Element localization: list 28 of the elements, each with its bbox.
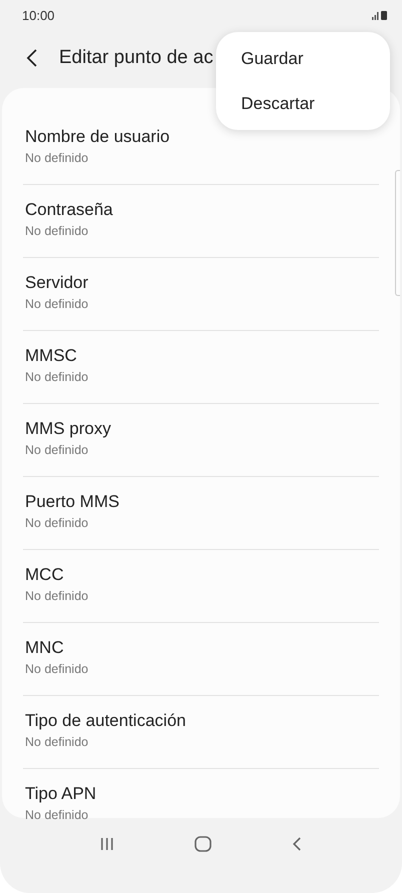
setting-value: No definido <box>25 370 90 384</box>
setting-value: No definido <box>25 662 90 676</box>
back-icon[interactable] <box>26 48 38 68</box>
setting-label[interactable]: Tipo de autenticación <box>25 711 379 731</box>
setting-label[interactable]: Contraseña <box>25 200 379 220</box>
setting-value: No definido <box>25 808 90 822</box>
setting-value: No definido <box>25 589 90 603</box>
menu-item[interactable]: Guardar <box>216 36 390 81</box>
signal-battery-icon <box>372 10 388 20</box>
screen-title: Editar punto de ac <box>59 47 214 69</box>
setting-value: No definido <box>25 151 90 165</box>
setting-label[interactable]: MCC <box>25 565 379 585</box>
recent-apps-icon[interactable] <box>99 836 116 852</box>
setting-value: No definido <box>25 735 90 749</box>
setting-label[interactable]: MNC <box>25 638 379 658</box>
home-icon[interactable] <box>194 834 212 852</box>
setting-label[interactable]: Nombre de usuario <box>25 127 379 147</box>
setting-label[interactable]: MMSC <box>25 346 379 366</box>
setting-label[interactable]: Servidor <box>25 273 379 293</box>
setting-value: No definido <box>25 297 90 311</box>
setting-value: No definido <box>25 224 90 238</box>
setting-label[interactable]: Puerto MMS <box>25 492 379 512</box>
setting-value: No definido <box>25 443 90 457</box>
setting-label[interactable]: MMS proxy <box>25 419 379 439</box>
status-time: 10:00 <box>22 8 55 22</box>
setting-value: No definido <box>25 516 90 530</box>
setting-label[interactable]: Tipo APN <box>25 784 379 804</box>
menu-item[interactable]: Descartar <box>216 81 390 126</box>
